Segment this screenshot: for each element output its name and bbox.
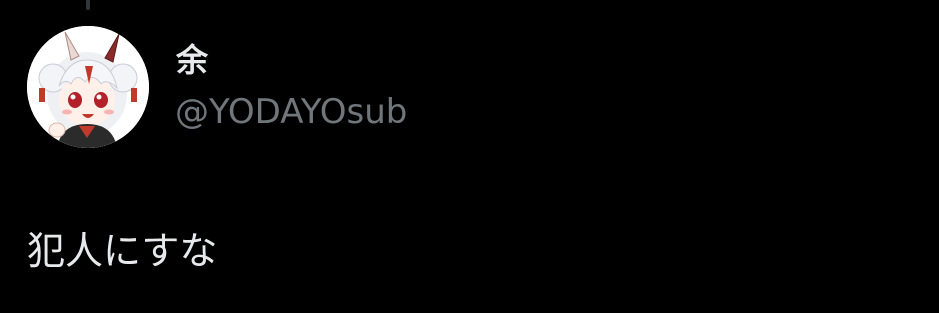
avatar[interactable] bbox=[27, 26, 149, 148]
author-display-name[interactable]: 余 bbox=[176, 40, 208, 80]
avatar-image bbox=[27, 26, 149, 148]
thread-connector-line bbox=[86, 0, 90, 10]
tweet-text: 犯人にすな bbox=[27, 229, 218, 273]
author-handle[interactable]: @YODAYOsub bbox=[175, 91, 407, 133]
